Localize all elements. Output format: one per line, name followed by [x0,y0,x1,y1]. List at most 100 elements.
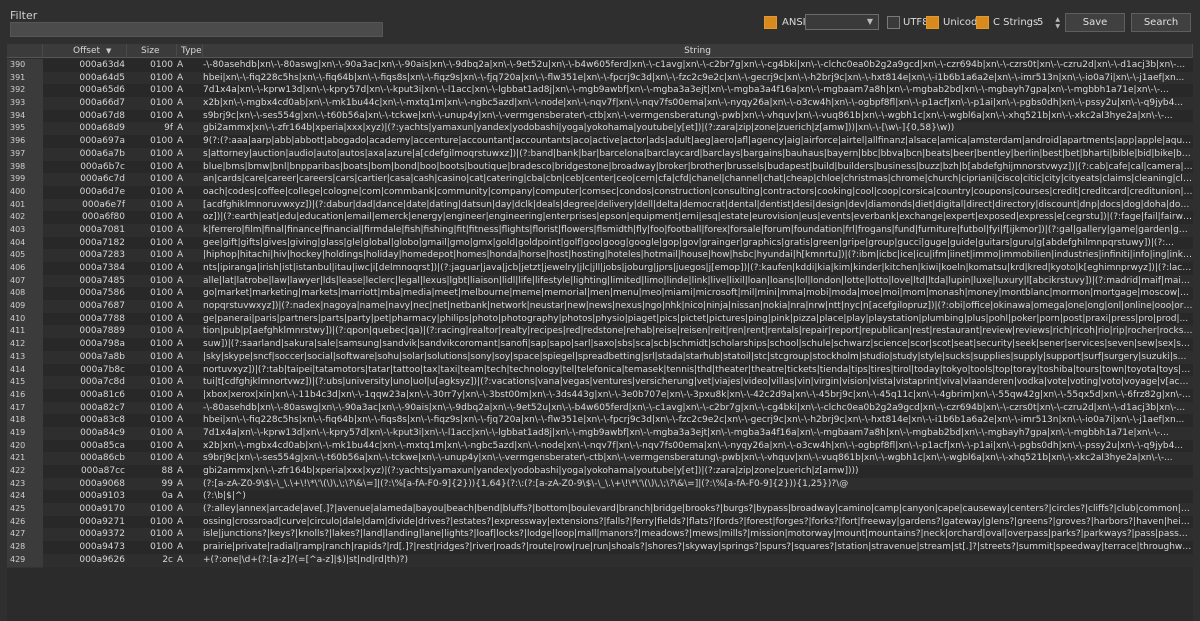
table-row[interactable]: 414 000a7b8c 0100 Anortuvxyz])|(?:tab|taipe… [7,363,1193,378]
row-index: 398 [7,160,43,175]
table-row[interactable]: 398 000a6b7c 0100 Ablue|bms|bmw|bnl|bnppari… [7,160,1193,175]
offset-cell: 000a82c7 [80,402,125,413]
table-row[interactable]: 415 000a7c8d 0100 Atui|t[cdfghjklmnortvwz])… [7,376,1193,390]
spin-up-icon[interactable]: ▲ [1055,16,1060,23]
save-button[interactable]: Save [1065,13,1125,32]
table-row[interactable]: 394 000a67d8 0100 As9brj9c|xn\-\-ses554g|xn… [7,109,1193,124]
offset-cell: 000a9103 [79,491,125,502]
min-length-value: 5 [1037,17,1044,28]
offset-cell: 000a86cb [80,453,125,464]
table-row[interactable]: 392 000a65d6 0100 A 7d1x4a|xn\-\-kprw13d|xn\… [7,84,1193,99]
size-cell: 0100 [150,516,173,527]
header-index [7,44,43,58]
size-cell: 0100 [150,389,173,400]
filter-input[interactable] [10,22,383,37]
table-row[interactable]: 418 000a83c8 0100 Ahbei|xn\-\-fiq228c5hs|xn… [7,414,1193,428]
row-index: 391 [7,71,43,86]
row-index: 393 [7,97,43,111]
ansi-checkbox[interactable] [764,16,777,29]
header-string[interactable]: String [203,44,1193,58]
search-button[interactable]: Search [1131,13,1191,32]
table-row[interactable]: 421 000a86cb 0100 As9brj9c|xn\-\-ses554g|xn… [7,452,1193,467]
size-cell: 0100 [150,186,173,197]
size-cell: 0100 [150,529,173,540]
table-row[interactable]: 420 000a85ca 0100 Ax2b|xn\-\-mgbx4cd0ab|xn\… [7,439,1193,454]
string-cell: (?:[a-zA-Z0-9\$\-\_\.\+\!\*\'\(\)\,\;\?\… [203,478,849,489]
type-cell: A [177,478,184,489]
min-length-spinner[interactable]: 5 ▲ ▼ [1034,13,1060,31]
table-row[interactable]: 395 000a68d9 9f Agbi2ammx|xn\-\-zfr164b|xpe… [7,122,1193,137]
row-index: 417 [7,401,43,416]
row-index: 429 [7,553,43,568]
table-row[interactable]: 422 000a87cc 88 Agbi2ammx|xn\-\-zfr164b|xpe… [7,465,1193,479]
table-row[interactable]: 413 000a7a8b 0100 A |sky|skype|sncf|soccer|s… [7,350,1193,365]
offset-cell: 000a6e7f [82,199,125,210]
table-row[interactable]: 423 000a9068 99 A (?:[a-zA-Z0-9\$\-\_\.\+\!\… [7,477,1193,492]
string-cell: tion|pub|p[aefghklmnrstwy])|(?:qpon|queb… [203,326,1193,337]
table-row[interactable]: 426 000a9271 0100 Aossing|crossroad|curve|c… [7,515,1193,530]
table-row[interactable]: 407 000a7485 0100 Aalle|lat|latrobe|law|law… [7,274,1193,289]
row-index: 401 [7,198,43,213]
table-row[interactable]: 425 000a9170 0100 A (?:alley|annex|arcade|av… [7,503,1193,517]
string-cell: +(?:one|\d+(?:[a-z]?(=[^a-z]|$)|st|nd|rd… [203,554,408,565]
table-row[interactable]: 408 000a7586 0100 Ago|market|marketing|mark… [7,287,1193,302]
offset-cell: 000a63d4 [79,60,125,70]
encoding-select[interactable]: ▼ [805,14,879,30]
header-offset-label: Offset [73,46,101,56]
utf8-checkbox[interactable] [887,16,900,29]
string-cell: gbi2ammx|xn\-\-zfr164b|xperia|xxx|xyz)|(… [203,466,859,476]
table-row[interactable]: 400 000a6d7e 0100 Aoach|codes|coffee|colleg… [7,185,1193,200]
table-row[interactable]: 391 000a64d5 0100 Ahbei|xn\-\-fiq228c5hs|xn… [7,71,1193,86]
table-row[interactable]: 397 000a6a7b 0100 As|attorney|auction|audio… [7,147,1193,162]
type-cell: A [177,554,184,565]
string-cell: -\-80asehdb|xn\-\-80aswg|xn\-\-90a3ac|xn… [203,60,1186,70]
table-row[interactable]: 403 000a7081 0100 Ak|ferrero|film|final|fin… [7,223,1193,238]
type-cell: A [177,237,184,248]
table-row[interactable]: 410 000a7788 0100 Age|panerai|paris|partner… [7,312,1193,327]
table-row[interactable]: 424 000a9103 0a A (?:\b|$|^) [7,490,1193,505]
type-cell: A [177,186,184,197]
size-cell: 0100 [150,72,173,83]
table-row[interactable]: 429 000a9626 2c A +(?:one|\d+(?:[a-z]?(=[^a-… [7,553,1193,568]
table-row[interactable]: 401 000a6e7f 0100 A [acdfghiklmnoruvwxyz])|(… [7,198,1193,213]
offset-cell: 000a7889 [79,326,125,337]
row-index: 418 [7,414,43,428]
header-type[interactable]: Type [177,44,203,58]
table-row[interactable]: 402 000a6f80 0100 Aoz])|(?:earth|eat|edu|ed… [7,211,1193,225]
table-row[interactable]: 427 000a9372 0100 Aisle|junctions?|keys?|kn… [7,528,1193,543]
header-size[interactable]: Size [127,44,177,58]
header-offset[interactable]: Offset ▼ [43,44,127,58]
row-index: 414 [7,363,43,378]
string-cell: blue|bms|bmw|bnl|bnpparibas|boats|bom|bo… [203,161,1193,172]
table-row[interactable]: 396 000a697a 0100 A 9(?:(?:aaa|aarp|abb|abbo… [7,135,1193,149]
unicode-checkbox[interactable] [926,16,939,29]
string-cell: 7d1x4a|xn\-\-kprw13d|xn\-\-kpry57d|xn\-\… [203,427,1169,438]
table-row[interactable]: 406 000a7384 0100 Ants|ipiranga|irish|ist|i… [7,262,1193,276]
type-cell: A [177,466,184,476]
row-index: 406 [7,262,43,276]
table-row[interactable]: 428 000a9473 0100 Aprairie|private|radial|r… [7,541,1193,555]
table-row[interactable]: 404 000a7182 0100 Agee|gift|gifts|gives|giv… [7,236,1193,251]
cstrings-checkbox[interactable] [976,16,989,29]
table-row[interactable]: 399 000a6c7d 0100 Aan|cards|care|career|car… [7,173,1193,187]
row-index: 392 [7,84,43,99]
table-row[interactable]: 419 000a84c9 0100 A 7d1x4a|xn\-\-kprw13d|xn\… [7,426,1193,441]
size-cell: 0100 [150,224,173,235]
type-cell: A [177,504,184,515]
offset-cell: 000a65d6 [79,85,125,96]
type-cell: A [177,351,184,362]
string-cell: go|market|marketing|markets|marriott|mba… [203,288,1189,299]
table-row[interactable]: 405 000a7283 0100 A |hiphop|hitachi|hiv|hock… [7,249,1193,264]
type-cell: A [177,60,184,70]
table-row[interactable]: 412 000a798a 0100 Asuw])|(?:saarland|sakura… [7,338,1193,352]
table-row[interactable]: 417 000a82c7 0100 A -\-80asehdb|xn\-\-80aswg… [7,401,1193,416]
table-row[interactable]: 393 000a66d7 0100 Ax2b|xn\-\-mgbx4cd0ab|xn\… [7,97,1193,111]
size-cell: 99 [161,478,173,489]
filter-label: Filter [10,9,38,22]
table-row[interactable]: 411 000a7889 0100 Ation|pub|p[aefghklmnrstw… [7,325,1193,340]
table-row[interactable]: 390 000a63d4 0100 A -\-80asehdb|xn\-\-80aswg… [7,59,1193,73]
spin-down-icon[interactable]: ▼ [1055,23,1060,30]
offset-cell: 000a7485 [79,275,125,286]
table-row[interactable]: 409 000a7687 0100 Anopqrstuvwxyz])|(?:nadex… [7,300,1193,314]
table-row[interactable]: 416 000a81c6 0100 A |xbox|xerox|xin|xn\-\-11… [7,388,1193,403]
